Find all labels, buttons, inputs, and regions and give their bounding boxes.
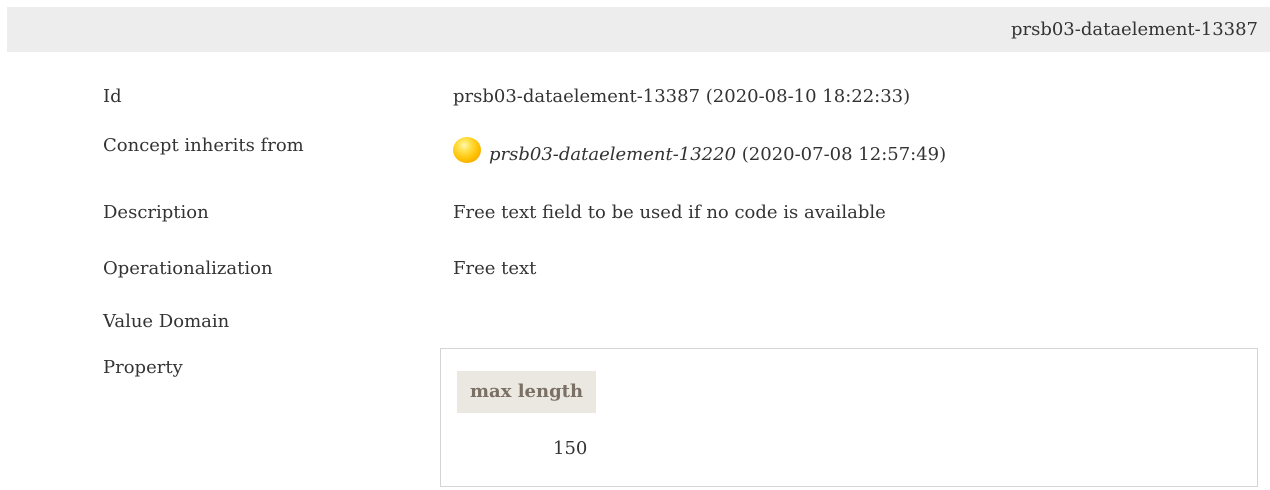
inherits-label: Concept inherits from	[103, 135, 304, 156]
row-value-domain: Value Domain	[0, 308, 1270, 336]
operationalization-value: Free text	[453, 258, 537, 279]
row-operationalization: Operationalization Free text	[0, 255, 1270, 283]
operationalization-label: Operationalization	[103, 258, 273, 279]
row-id: Id prsb03-dataelement-13387 (2020-08-10 …	[0, 83, 1270, 111]
property-cell-value: 150	[553, 438, 588, 459]
header-bar: prsb03-dataelement-13387	[7, 7, 1270, 52]
row-description: Description Free text field to be used i…	[0, 199, 1270, 227]
page-title: prsb03-dataelement-13387	[1010, 19, 1258, 40]
id-label: Id	[103, 86, 122, 107]
description-value: Free text field to be used if no code is…	[453, 202, 886, 223]
inherits-timestamp: (2020-07-08 12:57:49)	[736, 144, 947, 165]
status-orb-icon	[453, 137, 481, 163]
inherits-value: prsb03-dataelement-13220 (2020-07-08 12:…	[453, 137, 946, 169]
description-label: Description	[103, 202, 209, 223]
value-domain-label: Value Domain	[103, 311, 230, 332]
property-column-header: max length	[457, 371, 597, 413]
row-concept-inherits: Concept inherits from prsb03-dataelement…	[0, 132, 1270, 165]
id-value: prsb03-dataelement-13387 (2020-08-10 18:…	[453, 86, 911, 107]
inherits-link[interactable]: prsb03-dataelement-13220	[489, 144, 736, 165]
property-label: Property	[103, 357, 183, 378]
property-table: max length 150	[440, 348, 1258, 487]
